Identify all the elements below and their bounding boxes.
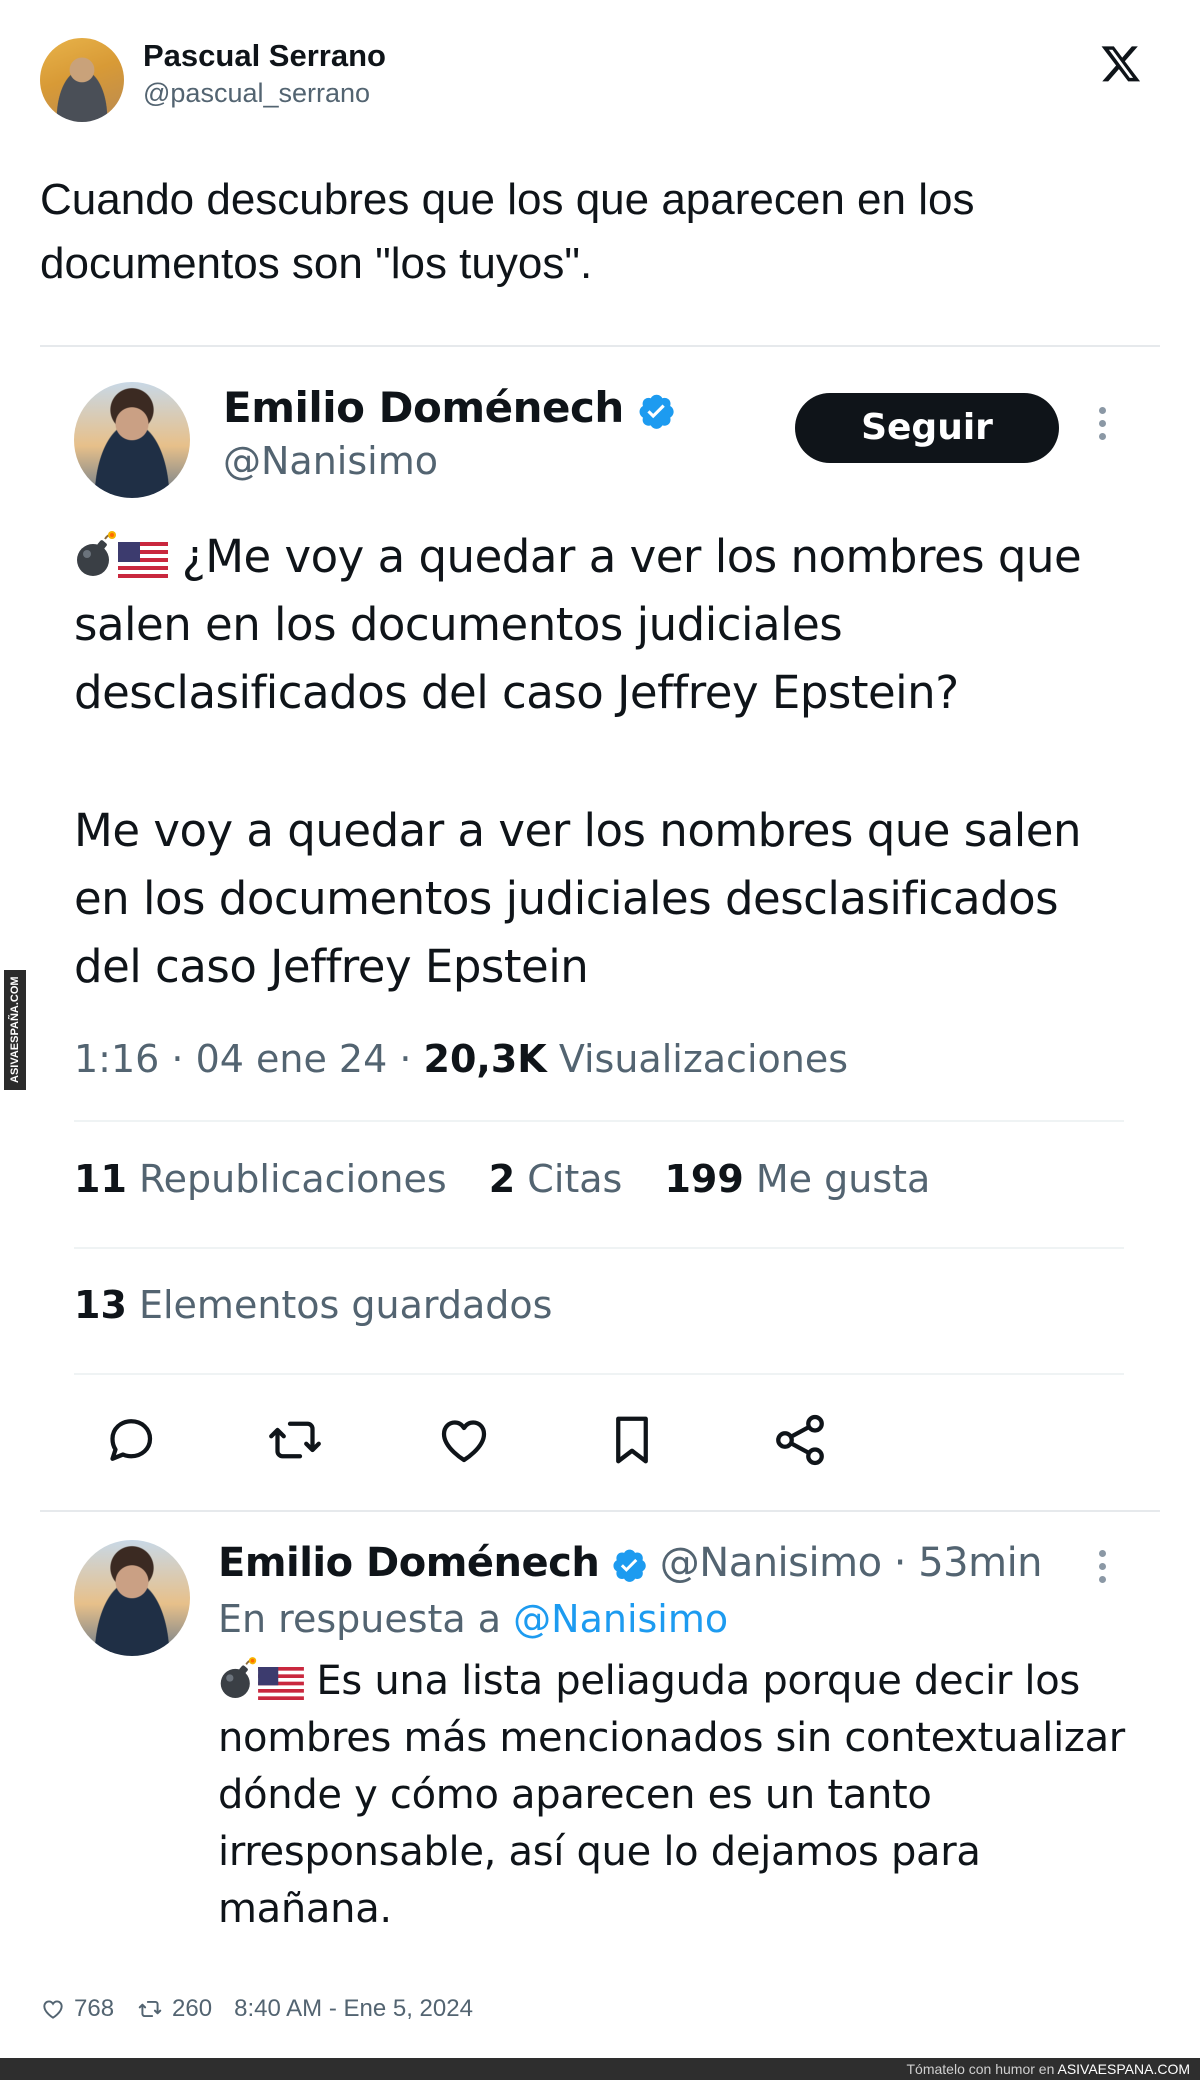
embedded-tweet-text-1: ¿Me voy a quedar a ver los nombres que s…: [74, 523, 1114, 727]
share-icon[interactable]: [770, 1410, 830, 1470]
bottom-watermark-bar: Tómatelo con humor en ASIVAESPANA.COM: [0, 2058, 1200, 2080]
embedded-tweet-screenshot: Emilio Doménech @Nanisimo Seguir ¿Me voy…: [40, 345, 1160, 2010]
reply-text-content: Es una lista peliaguda porque decir los …: [218, 1658, 1125, 1932]
reply-header: Emilio Doménech @Nanisimo · 53min: [218, 1540, 1043, 1586]
tweet-meta: 1:16 · 04 ene 24 · 20,3K Visualizaciones: [74, 1037, 848, 1081]
avatar[interactable]: [74, 382, 190, 498]
reposts-count: 11: [74, 1157, 127, 1201]
divider: [74, 1247, 1124, 1249]
more-icon[interactable]: [1097, 407, 1107, 447]
repost-icon: [138, 2000, 162, 2018]
x-logo-icon[interactable]: [1100, 42, 1142, 84]
footer-retweets[interactable]: 260: [136, 1995, 212, 2023]
footer-timestamp[interactable]: 8:40 AM - Ene 5, 2024: [234, 1995, 473, 2023]
divider: [74, 1120, 1124, 1122]
quotes-label: Citas: [527, 1157, 623, 1201]
footer-likes-count: 768: [74, 1995, 115, 2022]
bomb-emoji: [220, 1657, 257, 1698]
reposts-stat[interactable]: 11 Republicaciones: [74, 1157, 447, 1201]
tweet-text: Cuando descubres que los que aparecen en…: [40, 175, 975, 288]
bottom-watermark-prefix: Tómatelo con humor en: [906, 2061, 1058, 2077]
divider: [40, 1510, 1160, 1512]
divider: [74, 1373, 1124, 1375]
reply-to: En respuesta a @Nanisimo: [218, 1597, 728, 1641]
like-icon[interactable]: [434, 1410, 494, 1470]
verified-badge-icon: [639, 394, 674, 429]
us-flag-emoji: [118, 542, 168, 578]
tweet-time[interactable]: 1:16 · 04 ene 24 ·: [74, 1037, 424, 1081]
embedded-author-name[interactable]: Emilio Doménech: [223, 383, 676, 432]
reply-author-name[interactable]: Emilio Doménech: [218, 1540, 600, 1586]
author-handle[interactable]: @pascual_serrano: [143, 78, 370, 109]
avatar[interactable]: [40, 38, 124, 122]
reply-to-handle-link[interactable]: @Nanisimo: [513, 1597, 728, 1641]
more-icon[interactable]: [1097, 1550, 1107, 1590]
footer-retweets-count: 260: [172, 1995, 213, 2022]
saved-label: Elementos guardados: [138, 1283, 553, 1327]
embedded-tweet-text-2: Me voy a quedar a ver los nombres que sa…: [74, 804, 1082, 993]
action-bar: [100, 1410, 1130, 1470]
likes-label: Me gusta: [755, 1157, 931, 1201]
bottom-watermark-site[interactable]: ASIVAESPANA.COM: [1057, 2061, 1190, 2077]
divider: [40, 345, 1160, 347]
reply-to-prefix: En respuesta a: [218, 1597, 514, 1641]
reply-handle-time[interactable]: @Nanisimo · 53min: [660, 1540, 1043, 1586]
verified-badge-icon: [613, 1549, 646, 1582]
bomb-emoji: [77, 531, 116, 576]
saved-count: 13: [74, 1283, 127, 1327]
engagement-stats: 11 Republicaciones 2 Citas 199 Me gusta: [74, 1157, 960, 1201]
follow-button[interactable]: Seguir: [795, 393, 1059, 463]
embedded-author-handle[interactable]: @Nanisimo: [223, 439, 438, 483]
reply-text: Es una lista peliaguda porque decir los …: [218, 1653, 1158, 1938]
us-flag-emoji: [258, 1667, 304, 1700]
quotes-stat[interactable]: 2 Citas: [489, 1157, 623, 1201]
quotes-count: 2: [488, 1157, 516, 1201]
likes-stat[interactable]: 199 Me gusta: [664, 1157, 930, 1201]
avatar[interactable]: [74, 1540, 190, 1656]
likes-count: 199: [664, 1157, 744, 1201]
footer-likes[interactable]: 768: [40, 1995, 114, 2023]
views-count: 20,3K: [423, 1037, 547, 1081]
author-name[interactable]: Pascual Serrano: [143, 38, 386, 74]
side-watermark: ASIVAESPAÑA.COM: [4, 970, 26, 1090]
bookmark-icon[interactable]: [602, 1410, 662, 1470]
reply-icon[interactable]: [100, 1410, 160, 1470]
views-label: Visualizaciones: [558, 1037, 849, 1081]
outer-tweet-header: Pascual Serrano @pascual_serrano: [40, 38, 1160, 128]
bookmarks-stat[interactable]: 13 Elementos guardados: [74, 1283, 552, 1327]
reposts-label: Republicaciones: [138, 1157, 447, 1201]
embedded-author-name-text: Emilio Doménech: [223, 383, 624, 432]
embedded-tweet-text-1-content: ¿Me voy a quedar a ver los nombres que s…: [74, 530, 1082, 719]
like-icon: [43, 2000, 63, 2019]
tweet-footer: 768 260 8:40 AM - Ene 5, 2024: [40, 1995, 495, 2023]
repost-icon[interactable]: [265, 1410, 325, 1470]
